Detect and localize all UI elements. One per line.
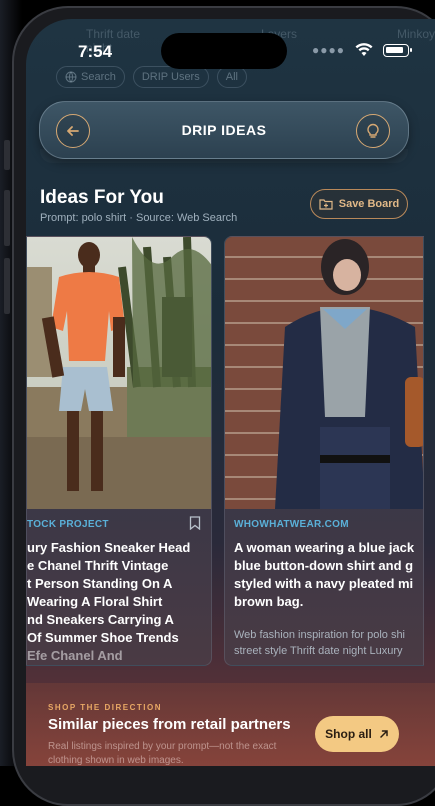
side-button bbox=[4, 258, 10, 314]
card-photo bbox=[225, 237, 423, 509]
dynamic-island bbox=[161, 33, 287, 69]
status-time: 7:54 bbox=[78, 42, 113, 61]
card-caption: Web fashion inspiration for polo shi str… bbox=[234, 629, 406, 657]
section-subtitle: Prompt: polo shirt · Source: Web Search bbox=[40, 212, 238, 224]
card-description: ury Fashion Sneaker Head e Chanel Thrift… bbox=[27, 540, 191, 663]
promo-subtitle: Real listings inspired by your prompt—no… bbox=[48, 741, 277, 766]
side-button bbox=[4, 140, 10, 170]
card-source[interactable]: WHOWHATWEAR.COM bbox=[234, 519, 349, 530]
status-icons: ●●●● bbox=[312, 43, 412, 57]
promo-title: Similar pieces from retail partners bbox=[48, 716, 291, 733]
side-button bbox=[4, 190, 10, 246]
arrow-up-right-icon bbox=[380, 730, 388, 738]
status-bar: 7:54 ●●●● bbox=[26, 19, 435, 79]
card-description: A woman wearing a blue jack blue button-… bbox=[234, 540, 415, 609]
card-photo bbox=[27, 237, 211, 509]
app-screen: Thrift date night Layers Minkoy Search D… bbox=[26, 19, 435, 766]
signal-icon: ●●●● bbox=[312, 43, 345, 57]
folder-plus-icon bbox=[319, 199, 333, 210]
lightbulb-icon bbox=[367, 123, 379, 138]
header-title: DRIP IDEAS bbox=[181, 122, 267, 138]
battery-icon bbox=[383, 43, 412, 57]
bookmark-icon[interactable] bbox=[189, 516, 201, 530]
promo-kicker: SHOP THE DIRECTION bbox=[48, 703, 162, 712]
section-title: Ideas For You bbox=[40, 187, 164, 208]
shop-all-button[interactable]: Shop all bbox=[315, 716, 399, 752]
wifi-icon bbox=[355, 43, 373, 56]
top-header: DRIP IDEAS bbox=[39, 101, 409, 159]
save-board-button[interactable]: Save Board bbox=[310, 189, 408, 219]
idea-card[interactable]: TOCK PROJECT ury Fashion Sneaker Head e … bbox=[26, 236, 212, 666]
ideas-button[interactable] bbox=[356, 114, 390, 148]
idea-card[interactable]: WHOWHATWEAR.COM A woman wearing a blue j… bbox=[224, 236, 424, 666]
card-source[interactable]: TOCK PROJECT bbox=[27, 519, 109, 530]
